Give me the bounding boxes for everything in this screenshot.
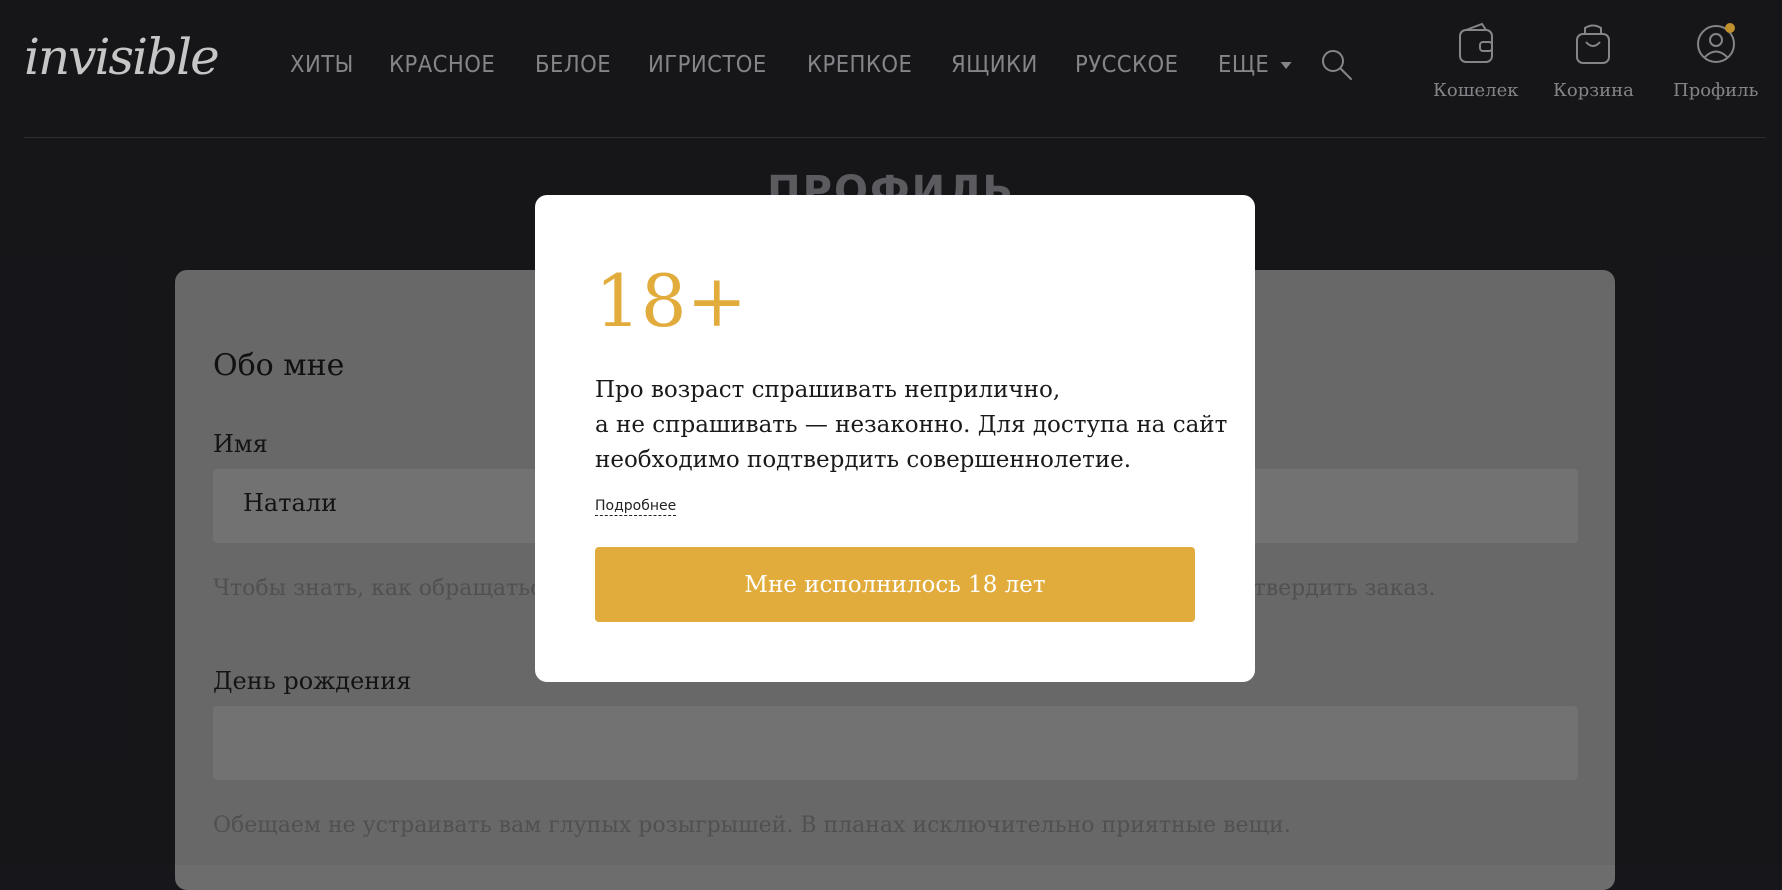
confirm-age-button[interactable]: Мне исполнилось 18 лет xyxy=(595,547,1195,622)
age-badge: 18+ xyxy=(595,259,747,343)
modal-message-line: Про возраст спрашивать неприлично, xyxy=(595,377,1061,403)
modal-message-line: а не спрашивать — незаконно. Для доступа… xyxy=(595,412,1228,438)
modal-message-line: необходимо подтвердить совершеннолетие. xyxy=(595,447,1132,473)
age-verification-modal: 18+ Про возраст спрашивать неприлично, а… xyxy=(535,195,1255,682)
modal-message: Про возраст спрашивать неприлично, а не … xyxy=(595,373,1228,478)
more-info-link[interactable]: Подробнее xyxy=(595,497,677,516)
